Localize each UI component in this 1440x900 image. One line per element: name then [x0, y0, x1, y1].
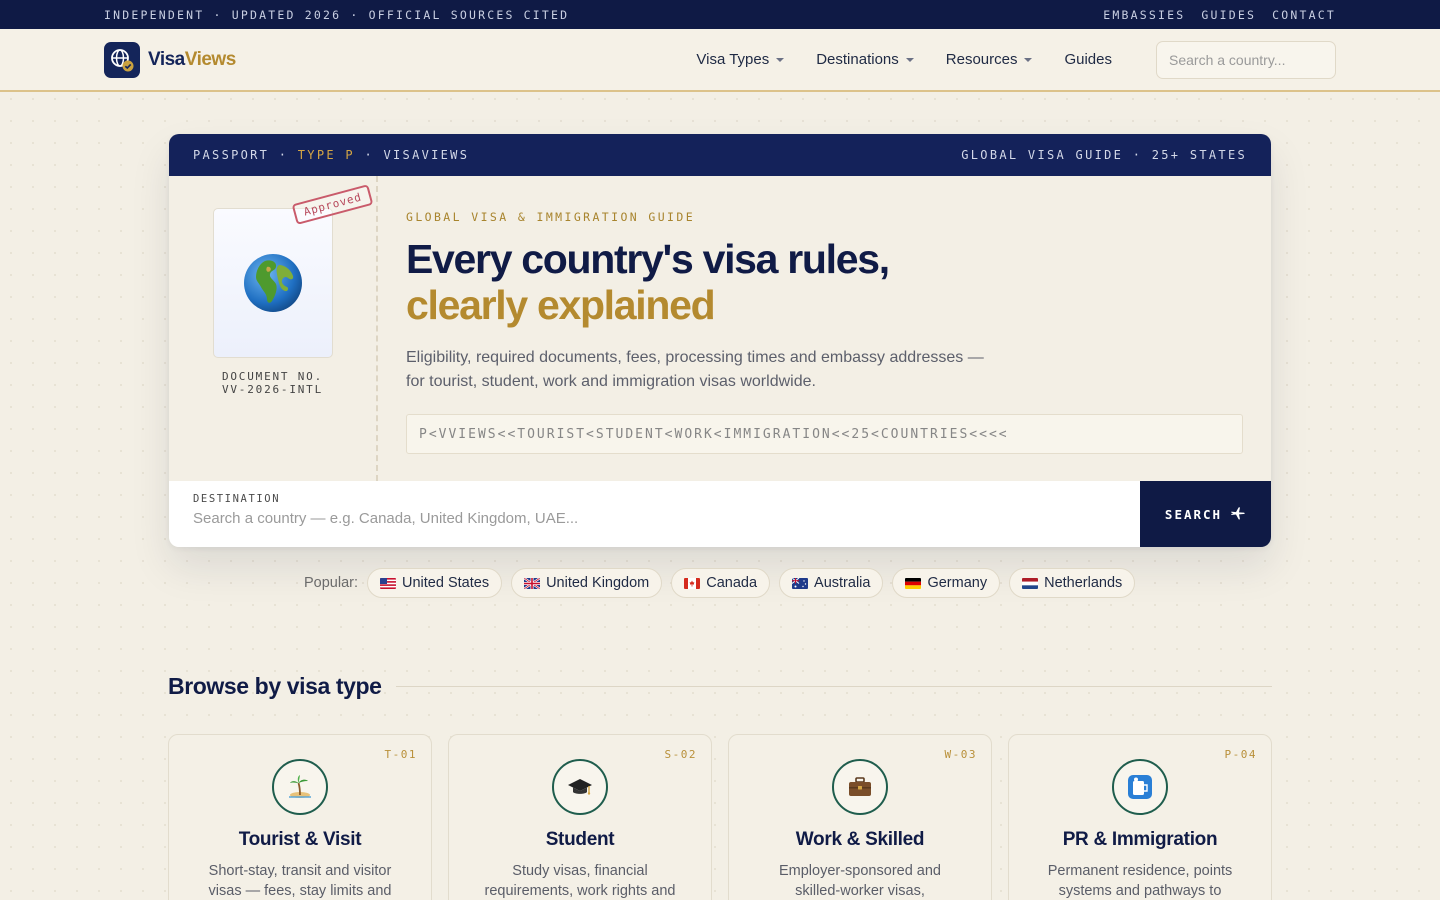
search-button[interactable]: SEARCH: [1140, 481, 1271, 547]
browse-title: Browse by visa type: [168, 673, 382, 699]
chip-germany[interactable]: Germany: [892, 568, 1001, 598]
card-description: Permanent residence, points systems and …: [1047, 863, 1233, 899]
chip-united-kingdom[interactable]: United Kingdom: [511, 568, 663, 598]
nav-visa-types[interactable]: Visa Types: [696, 51, 785, 68]
hero-bar: PASSPORT · TYPE P · VISAVIEWS GLOBAL VIS…: [169, 134, 1271, 176]
card-tourist-visit[interactable]: T-01 Tourist & Visit Short-stay, transit…: [168, 734, 432, 900]
hero-bar-right: GLOBAL VISA GUIDE · 25+ STATES: [961, 148, 1247, 162]
card-code: W-03: [944, 748, 977, 761]
australia-flag-icon: [792, 577, 809, 589]
card-work-skilled[interactable]: W-03 Work & Skilled Employer-sponsored a…: [728, 734, 992, 900]
hero-body: Approved DOCUMENT NO. VV-2026-INTL GLOBA…: [169, 176, 1271, 481]
chip-netherlands[interactable]: Netherlands: [1009, 568, 1136, 598]
approved-stamp: Approved: [291, 184, 374, 225]
popular-destinations: Popular: United States United Kingdom Ca…: [304, 568, 1136, 598]
browse-section-header: Browse by visa type: [168, 673, 1272, 700]
nav-guides[interactable]: Guides: [1064, 51, 1112, 68]
chevron-down-icon: [905, 57, 914, 62]
destination-field: DESTINATION: [169, 481, 1140, 547]
hero-text-column: GLOBAL VISA & IMMIGRATION GUIDE Every co…: [378, 176, 1271, 481]
popular-label: Popular:: [304, 575, 359, 591]
hero-eyebrow: GLOBAL VISA & IMMIGRATION GUIDE: [406, 210, 696, 224]
card-student[interactable]: S-02 Student Study visas, financial requ…: [448, 734, 712, 900]
canada-flag-icon: [684, 577, 701, 589]
logo[interactable]: VisaViews: [104, 41, 236, 78]
card-title: Student: [545, 829, 615, 850]
passport-photo: [212, 208, 333, 358]
globe-icon: [243, 254, 302, 312]
main-nav: Visa Types Destinations Resources Guides: [696, 51, 1112, 68]
passport-control-icon: [1112, 759, 1168, 815]
top-link-embassies[interactable]: EMBASSIES: [1103, 8, 1185, 22]
top-bar-tagline: INDEPENDENT · UPDATED 2026 · OFFICIAL SO…: [104, 7, 570, 22]
briefcase-icon: [832, 759, 888, 815]
germany-flag-icon: [905, 577, 922, 589]
card-description: Short-stay, transit and visitor visas — …: [208, 863, 392, 899]
globe-check-icon: [104, 41, 140, 78]
card-code: T-01: [384, 748, 417, 761]
chip-australia[interactable]: Australia: [779, 568, 884, 598]
card-description: Employer-sponsored and skilled-worker vi…: [778, 863, 941, 899]
card-code: S-02: [664, 748, 697, 761]
top-bar-links: EMBASSIES GUIDES CONTACT: [1103, 8, 1336, 22]
netherlands-flag-icon: [1022, 577, 1039, 589]
card-pr-immigration[interactable]: P-04 PR & Immigration Permanent residenc…: [1008, 734, 1272, 900]
palm-island-icon: [272, 759, 328, 815]
passport-photo-column: Approved DOCUMENT NO. VV-2026-INTL: [169, 176, 378, 481]
graduation-cap-icon: [552, 759, 608, 815]
nav-resources[interactable]: Resources: [946, 51, 1033, 68]
destination-label: DESTINATION: [193, 493, 281, 505]
destination-input[interactable]: [193, 510, 1116, 527]
card-description: Study visas, financial requirements, wor…: [484, 863, 676, 899]
top-link-contact[interactable]: CONTACT: [1272, 8, 1336, 22]
visa-type-cards: T-01 Tourist & Visit Short-stay, transit…: [168, 734, 1272, 900]
card-title: Tourist & Visit: [238, 829, 362, 850]
chip-united-states[interactable]: United States: [367, 568, 503, 598]
card-title: Work & Skilled: [795, 829, 925, 850]
card-title: PR & Immigration: [1062, 829, 1218, 850]
chevron-down-icon: [1024, 57, 1033, 62]
chevron-down-icon: [776, 57, 785, 62]
hero-bar-left: PASSPORT · TYPE P · VISAVIEWS: [193, 148, 470, 162]
us-flag-icon: [380, 577, 397, 589]
chip-canada[interactable]: Canada: [671, 568, 771, 598]
section-divider: [395, 686, 1272, 687]
card-code: P-04: [1224, 748, 1257, 761]
top-bar: INDEPENDENT · UPDATED 2026 · OFFICIAL SO…: [0, 0, 1440, 29]
machine-readable-zone: P<VVIEWS<<TOURIST<STUDENT<WORK<IMMIGRATI…: [406, 414, 1243, 454]
destination-search-bar: DESTINATION SEARCH: [169, 481, 1271, 547]
site-header: VisaViews Visa Types Destinations Resour…: [0, 29, 1440, 92]
nav-destinations[interactable]: Destinations: [816, 51, 914, 68]
document-number: DOCUMENT NO. VV-2026-INTL: [221, 370, 324, 396]
hero-title: Every country's visa rules, clearly expl…: [406, 236, 890, 328]
hero-passport-card: PASSPORT · TYPE P · VISAVIEWS GLOBAL VIS…: [169, 134, 1271, 547]
header-search-input[interactable]: [1156, 40, 1336, 79]
logo-wordmark: VisaViews: [148, 48, 236, 70]
uk-flag-icon: [524, 577, 541, 589]
top-link-guides[interactable]: GUIDES: [1201, 8, 1256, 22]
airplane-icon: [1231, 507, 1245, 520]
hero-description: Eligibility, required documents, fees, p…: [406, 349, 984, 390]
